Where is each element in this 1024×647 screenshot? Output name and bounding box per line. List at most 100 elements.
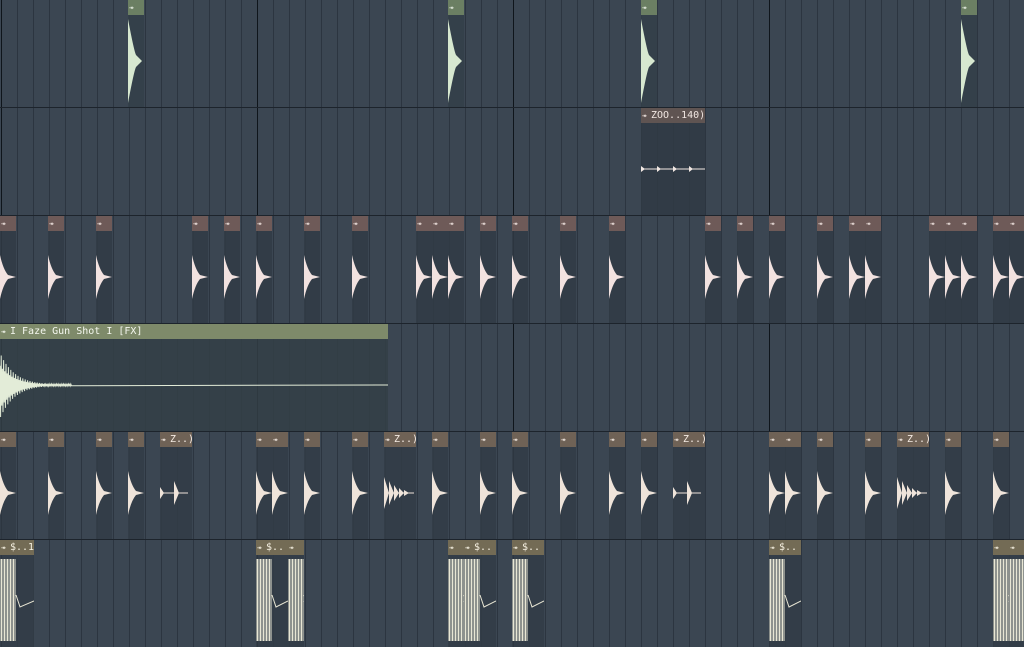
pattern-clip[interactable]: ↠ <box>849 216 865 323</box>
pattern-clip[interactable]: ↠ <box>480 216 496 323</box>
clip-header[interactable]: ↠ $.. <box>256 540 288 555</box>
clip-header[interactable]: ↠ <box>865 216 881 231</box>
clip-header[interactable]: ↠ <box>432 432 448 447</box>
clip-menu-icon[interactable]: ↠ <box>257 540 266 555</box>
clip-header[interactable]: ↠ <box>993 432 1009 447</box>
clip-header[interactable]: ↠ Z..) <box>897 432 929 447</box>
pattern-clip[interactable]: ↠ <box>769 432 785 539</box>
clip-header[interactable]: ↠ <box>480 432 496 447</box>
clip-menu-icon[interactable]: ↠ <box>97 432 106 447</box>
pattern-clip[interactable]: ↠ <box>1009 540 1024 647</box>
playlist-arrangement[interactable]: ↠ ↠ ↠ ↠ ↠ ZOO..140) ↠ ↠ ↠ ↠ ↠ ↠ ↠ ↠ ↠ ↠ ↠ ↠ ↠ ↠ ↠ ↠ ↠ ↠ ↠ ↠ ↠ ↠ ↠ ↠ ↠ ↠… <box>0 0 1024 647</box>
clip-header[interactable]: ↠ <box>448 0 464 15</box>
clip-header[interactable]: ↠ <box>256 432 272 447</box>
clip-header[interactable]: ↠ <box>961 216 977 231</box>
pattern-clip[interactable]: ↠ <box>512 216 528 323</box>
clip-menu-icon[interactable]: ↠ <box>433 432 442 447</box>
clip-menu-icon[interactable]: ↠ <box>225 216 234 231</box>
pattern-clip[interactable]: ↠ ZOO..140) <box>641 108 705 215</box>
clip-menu-icon[interactable]: ↠ <box>994 432 1003 447</box>
clip-menu-icon[interactable]: ↠ <box>193 216 202 231</box>
clip-menu-icon[interactable]: ↠ <box>706 216 715 231</box>
clip-menu-icon[interactable]: ↠ <box>642 432 651 447</box>
pattern-clip[interactable]: ↠ <box>641 432 657 539</box>
pattern-clip[interactable]: ↠ <box>560 432 576 539</box>
clip-header[interactable]: ↠ <box>929 216 945 231</box>
clip-menu-icon[interactable]: ↠ <box>866 432 875 447</box>
pattern-clip[interactable]: ↠ <box>352 432 368 539</box>
pattern-clip[interactable]: ↠ <box>448 216 464 323</box>
clip-header[interactable]: ↠ <box>272 432 288 447</box>
clip-header[interactable]: ↠ <box>1009 540 1024 555</box>
pattern-clip[interactable]: ↠ Z..) <box>384 432 416 539</box>
pattern-clip[interactable]: ↠ <box>705 216 721 323</box>
pattern-clip[interactable]: ↠ Z..) <box>160 432 192 539</box>
clip-menu-icon[interactable]: ↠ <box>1 432 10 447</box>
pattern-clip[interactable]: ↠ <box>304 216 320 323</box>
pattern-clip[interactable]: ↠ <box>945 432 961 539</box>
clip-menu-icon[interactable]: ↠ <box>818 216 827 231</box>
pattern-clip[interactable]: ↠ I Faze Gun Shot I [FX] <box>0 324 388 431</box>
pattern-clip[interactable]: ↠ <box>769 216 785 323</box>
clip-header[interactable]: ↠ <box>192 216 208 231</box>
pattern-clip[interactable]: ↠ <box>432 432 448 539</box>
pattern-clip[interactable]: ↠ <box>865 216 881 323</box>
clip-header[interactable]: ↠ <box>432 216 448 231</box>
clip-header[interactable]: ↠ <box>961 0 977 15</box>
clip-menu-icon[interactable]: ↠ <box>481 216 490 231</box>
clip-menu-icon[interactable]: ↠ <box>850 216 859 231</box>
clip-menu-icon[interactable]: ↠ <box>738 216 747 231</box>
clip-menu-icon[interactable]: ↠ <box>97 216 106 231</box>
pattern-clip[interactable]: ↠ <box>929 216 945 323</box>
clip-header[interactable]: ↠ <box>352 432 368 447</box>
clip-header[interactable]: ↠ <box>48 216 64 231</box>
clip-menu-icon[interactable]: ↠ <box>129 0 138 15</box>
clip-menu-icon[interactable]: ↠ <box>513 540 522 555</box>
pattern-clip[interactable]: ↠ <box>96 432 112 539</box>
pattern-clip[interactable]: ↠ <box>0 432 16 539</box>
pattern-clip[interactable]: ↠ $.. <box>769 540 801 647</box>
clip-header[interactable]: ↠ <box>512 216 528 231</box>
clip-menu-icon[interactable]: ↠ <box>513 432 522 447</box>
pattern-clip[interactable]: ↠ <box>609 432 625 539</box>
clip-menu-icon[interactable]: ↠ <box>353 432 362 447</box>
clip-menu-icon[interactable]: ↠ <box>49 216 58 231</box>
pattern-clip[interactable]: ↠ <box>352 216 368 323</box>
pattern-clip[interactable]: ↠ $.. <box>464 540 496 647</box>
clip-header[interactable]: ↠ <box>288 540 304 555</box>
pattern-clip[interactable]: ↠ <box>785 432 801 539</box>
pattern-clip[interactable]: ↠ <box>560 216 576 323</box>
clip-header[interactable]: ↠ Z..) <box>673 432 705 447</box>
pattern-clip[interactable]: ↠ <box>945 216 961 323</box>
pattern-clip[interactable]: ↠ <box>48 432 64 539</box>
clip-menu-icon[interactable]: ↠ <box>930 216 939 231</box>
clip-header[interactable]: ↠ <box>0 432 16 447</box>
clip-menu-icon[interactable]: ↠ <box>417 216 426 231</box>
clip-menu-icon[interactable]: ↠ <box>257 432 266 447</box>
pattern-clip[interactable]: ↠ <box>432 216 448 323</box>
clip-menu-icon[interactable]: ↠ <box>770 432 779 447</box>
pattern-clip[interactable]: ↠ <box>192 216 208 323</box>
clip-header[interactable]: ↠ <box>448 216 464 231</box>
clip-menu-icon[interactable]: ↠ <box>129 432 138 447</box>
pattern-clip[interactable]: ↠ <box>993 432 1009 539</box>
clip-menu-icon[interactable]: ↠ <box>674 432 683 447</box>
pattern-clip[interactable]: ↠ <box>96 216 112 323</box>
clip-menu-icon[interactable]: ↠ <box>994 540 1003 555</box>
clip-menu-icon[interactable]: ↠ <box>1 324 10 339</box>
clip-header[interactable]: ↠ <box>849 216 865 231</box>
clip-menu-icon[interactable]: ↠ <box>962 216 971 231</box>
pattern-clip[interactable]: ↠ <box>817 216 833 323</box>
clip-header[interactable]: ↠ <box>560 216 576 231</box>
pattern-clip[interactable]: ↠ <box>1009 216 1024 323</box>
pattern-clip[interactable]: ↠ <box>993 540 1009 647</box>
pattern-clip[interactable]: ↠ <box>128 432 144 539</box>
clip-menu-icon[interactable]: ↠ <box>642 108 651 123</box>
clip-menu-icon[interactable]: ↠ <box>946 432 955 447</box>
clip-header[interactable]: ↠ <box>512 432 528 447</box>
clip-menu-icon[interactable]: ↠ <box>273 432 282 447</box>
clip-header[interactable]: ↠ $.. <box>464 540 496 555</box>
pattern-clip[interactable]: ↠ <box>224 216 240 323</box>
clip-menu-icon[interactable]: ↠ <box>610 216 619 231</box>
clip-header[interactable]: ↠ <box>817 216 833 231</box>
